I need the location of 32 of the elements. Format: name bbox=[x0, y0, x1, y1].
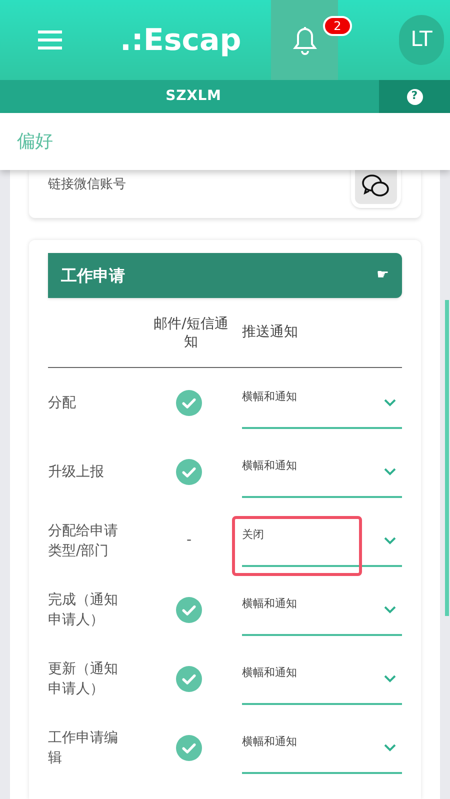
column-header: 邮件/短信通知 bbox=[152, 314, 230, 350]
column-header: 推送通知 bbox=[241, 323, 299, 342]
push-select[interactable]: 横幅和通知 bbox=[242, 658, 402, 704]
row-label: 分配 bbox=[48, 394, 77, 412]
logo: .:Escap bbox=[120, 22, 242, 60]
wechat-link-label: 链接微信账号 bbox=[48, 176, 126, 194]
notifications-button[interactable] bbox=[271, 0, 338, 80]
chevron-down-icon bbox=[384, 398, 396, 406]
chevron-down-icon bbox=[384, 744, 396, 752]
push-select[interactable]: 横幅和通知 bbox=[242, 452, 402, 498]
row-label: 完成（通知申请人） bbox=[48, 590, 119, 630]
chevron-down-icon bbox=[384, 606, 396, 614]
help-button[interactable]: ? bbox=[379, 80, 450, 113]
row-label: 分配给申请类型/部门 bbox=[48, 522, 119, 560]
chat-bubbles-icon bbox=[361, 173, 391, 199]
push-select[interactable]: 横幅和通知 bbox=[242, 728, 402, 774]
push-select[interactable]: 关闭 bbox=[242, 520, 402, 566]
row-label: 更新（通知申请人） bbox=[48, 660, 119, 698]
pointing-hand-icon: ☛ bbox=[376, 265, 389, 286]
empty-value: - bbox=[186, 531, 192, 550]
row-label: 升级上报 bbox=[48, 462, 105, 482]
chevron-down-icon bbox=[384, 536, 396, 544]
push-select[interactable]: 横幅和通知 bbox=[242, 382, 402, 428]
section-title: 工作申请 bbox=[61, 264, 125, 286]
push-select[interactable]: 横幅和通知 bbox=[242, 590, 402, 636]
notification-badge: 2 bbox=[322, 16, 352, 36]
page-title: 偏好 bbox=[17, 130, 53, 154]
row-label: 工作申请编辑 bbox=[48, 728, 119, 768]
bell-icon bbox=[290, 24, 319, 56]
chevron-down-icon bbox=[384, 468, 396, 476]
chevron-down-icon bbox=[384, 674, 396, 682]
account-name: SZXLM bbox=[166, 87, 222, 106]
